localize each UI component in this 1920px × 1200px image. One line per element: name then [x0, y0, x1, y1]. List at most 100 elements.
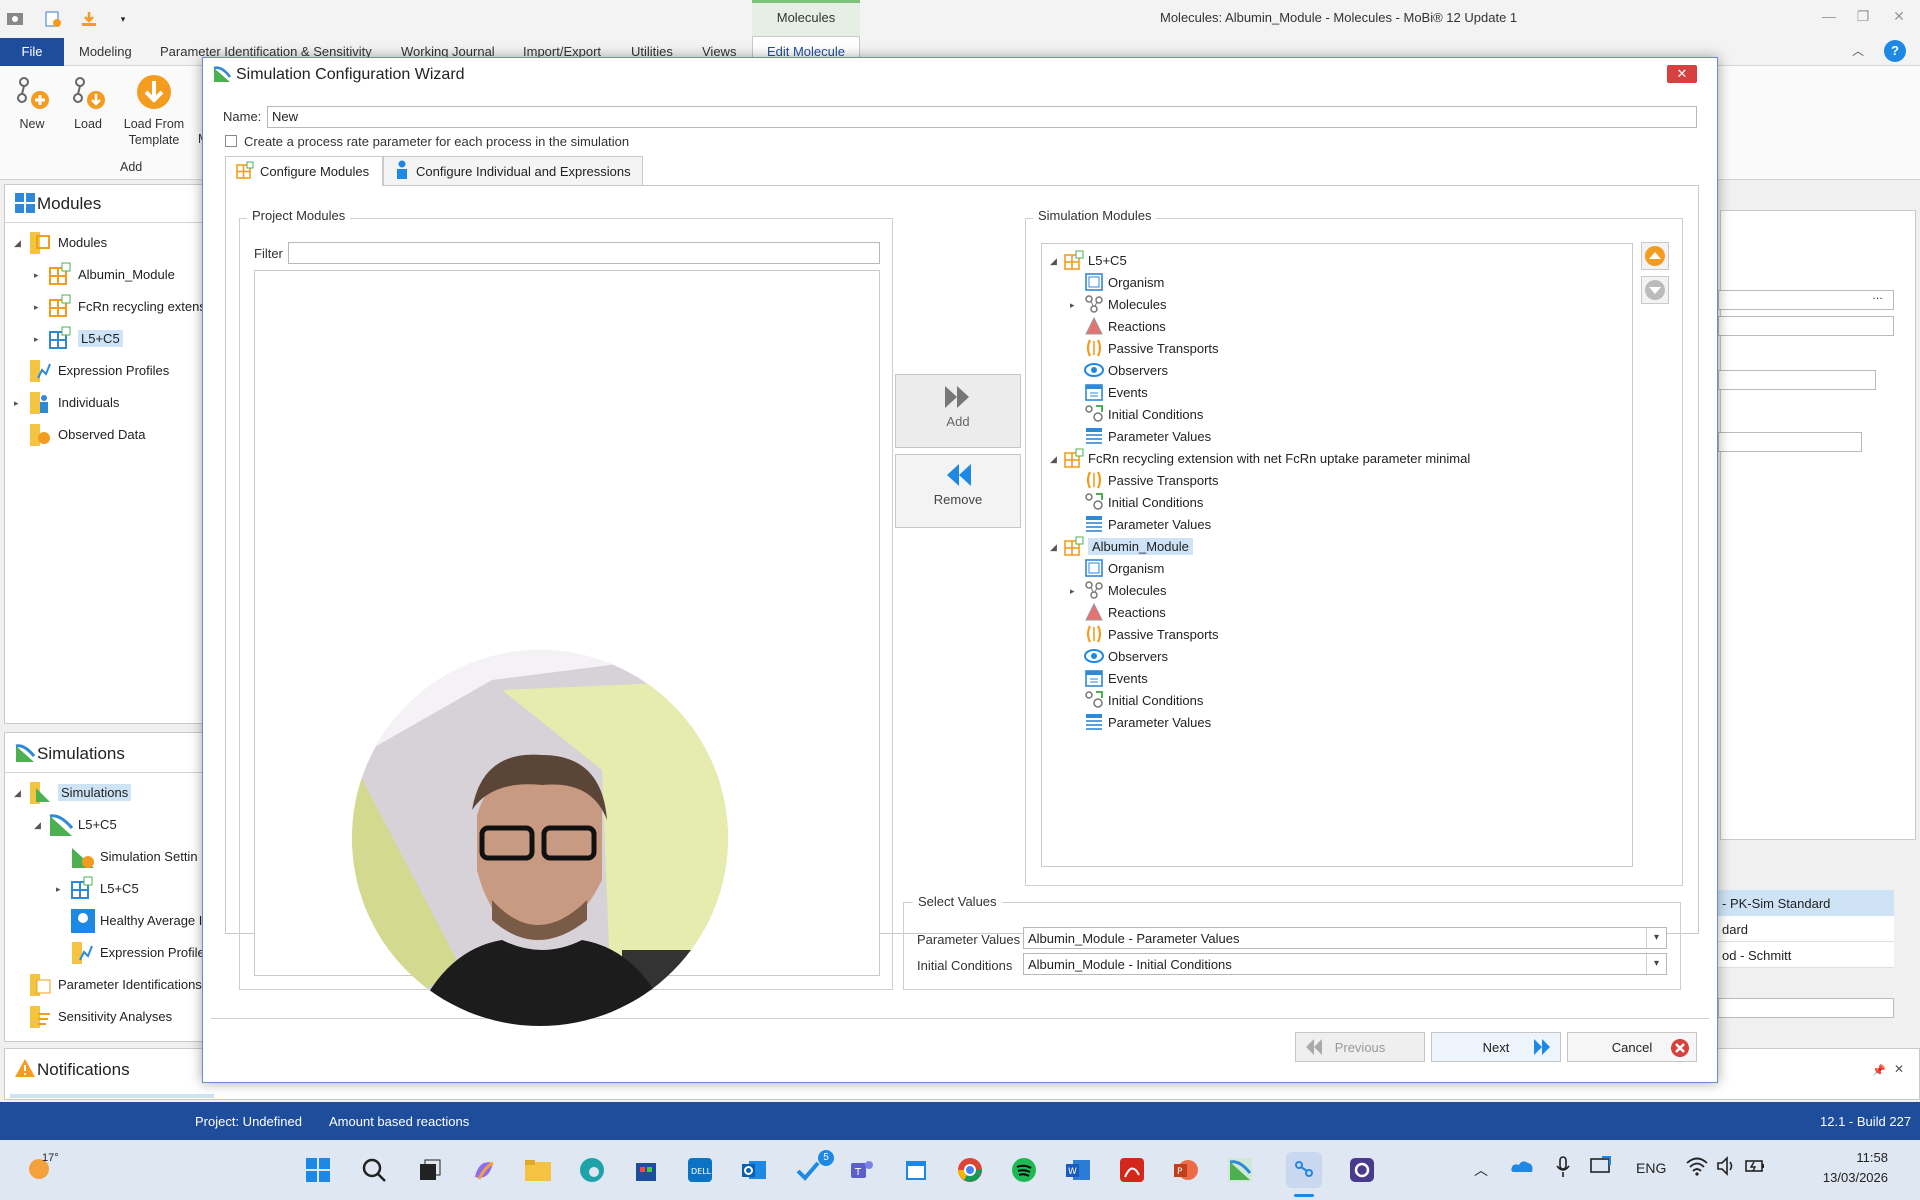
word-icon[interactable]: W [1060, 1152, 1096, 1188]
battery-icon[interactable] [1744, 1156, 1766, 1179]
tree-item-parameter-values[interactable]: Parameter Values [1084, 514, 1211, 534]
tree-item-albumin-module[interactable]: Albumin_Module [48, 262, 175, 286]
tree-item-organism[interactable]: Organism [1084, 272, 1164, 292]
chrome-icon[interactable] [952, 1152, 988, 1188]
restore-icon[interactable]: ❐ [1848, 8, 1878, 25]
expand-arrow-icon[interactable]: ▸ [1070, 586, 1075, 597]
tree-item-molecules[interactable]: Molecules [1084, 294, 1167, 314]
collapse-arrow-icon[interactable]: ◢ [1050, 256, 1057, 267]
calendar-icon[interactable] [898, 1152, 934, 1188]
tree-item-individuals[interactable]: Individuals [28, 390, 119, 414]
collapse-arrow-icon[interactable]: ◢ [14, 788, 21, 799]
dialog-close-button[interactable]: ✕ [1667, 65, 1697, 83]
next-button[interactable]: Next [1431, 1032, 1561, 1062]
tree-item-initial-conditions[interactable]: Initial Conditions [1084, 404, 1203, 424]
start-icon[interactable] [300, 1152, 336, 1188]
tree-item-expression-profiles[interactable]: Expression Profiles [28, 358, 169, 382]
clock-time[interactable]: 11:58 [1812, 1150, 1888, 1165]
tree-item-initial-conditions[interactable]: Initial Conditions [1084, 492, 1203, 512]
tab-modeling[interactable]: Modeling [79, 44, 132, 59]
modules-collapse-arrow[interactable]: ◢ [14, 238, 21, 249]
task-view-icon[interactable] [412, 1152, 448, 1188]
file-explorer-icon[interactable] [520, 1152, 556, 1188]
collapse-arrow-icon[interactable]: ◢ [1050, 542, 1057, 553]
tree-item-observed-data[interactable]: Observed Data [28, 422, 145, 446]
move-up-button[interactable] [1641, 242, 1669, 270]
process-rate-checkbox[interactable] [225, 135, 237, 147]
tree-item-modules[interactable]: Modules [28, 230, 107, 254]
tree-item-passive-transports[interactable]: Passive Transports [1084, 624, 1219, 644]
new-project-icon[interactable] [42, 8, 64, 30]
tree-item-reactions[interactable]: Reactions [1084, 602, 1166, 622]
clock-date[interactable]: 13/03/2026 [1788, 1170, 1888, 1185]
spotify-icon[interactable] [1006, 1152, 1042, 1188]
mobi-icon[interactable] [1286, 1152, 1322, 1188]
collapse-arrow-icon[interactable]: ◢ [34, 820, 41, 831]
tree-item-l5c5-module[interactable]: L5+C5 [48, 326, 123, 350]
tree-item-albumin-module[interactable]: Albumin_Module [1064, 536, 1193, 556]
tree-item-healthy-average[interactable]: Healthy Average I [70, 908, 202, 933]
expand-arrow-icon[interactable]: ▸ [14, 398, 19, 409]
previous-button[interactable]: Previous [1295, 1032, 1425, 1062]
volume-icon[interactable] [1716, 1156, 1738, 1179]
expand-arrow-icon[interactable]: ▸ [1070, 300, 1075, 311]
powerpoint-icon[interactable]: P [1168, 1152, 1204, 1188]
chevron-down-icon[interactable]: ▾ [1646, 928, 1666, 948]
expand-arrow-icon[interactable]: ▸ [34, 334, 39, 345]
dell-icon[interactable]: DELL [682, 1152, 718, 1188]
move-down-button[interactable] [1641, 276, 1669, 304]
close-icon[interactable]: ✕ [1884, 8, 1914, 25]
parameter-values-select[interactable]: Albumin_Module - Parameter Values ▾ [1023, 927, 1667, 949]
store-icon[interactable] [628, 1152, 664, 1188]
collapse-ribbon-icon[interactable]: ︿ [1852, 42, 1864, 59]
pin-icon[interactable]: 📌 [1872, 1064, 1886, 1077]
tree-item-passive-transports[interactable]: Passive Transports [1084, 338, 1219, 358]
tree-item-parameter-values[interactable]: Parameter Values [1084, 712, 1211, 732]
tree-item-reactions[interactable]: Reactions [1084, 316, 1166, 336]
add-button[interactable]: Add [895, 374, 1021, 448]
load-from-template-button[interactable]: Load From Template [118, 72, 190, 148]
show-hidden-icons[interactable]: ︿ [1474, 1160, 1488, 1180]
tree-item-fcrn-recycling-extension-with-net-fcrn-uptake-parameter-minimal[interactable]: FcRn recycling extension with net FcRn u… [1064, 448, 1470, 468]
language-indicator[interactable]: ENG [1636, 1160, 1666, 1176]
tree-item-simulation-settings[interactable]: Simulation Settin [70, 844, 198, 868]
download-icon[interactable] [78, 8, 100, 30]
tree-item-events[interactable]: Events [1084, 668, 1148, 688]
simulation-modules-tree[interactable]: ◢ L5+C5 Organism ▸ Molecules Reactions Passive… [1041, 243, 1633, 867]
remove-button[interactable]: Remove [895, 454, 1021, 528]
minimize-icon[interactable]: — [1814, 8, 1844, 24]
wifi-icon[interactable] [1686, 1156, 1708, 1179]
edge-icon[interactable] [574, 1152, 610, 1188]
app-q-icon[interactable] [1344, 1152, 1380, 1188]
outlook-icon[interactable] [736, 1152, 772, 1188]
tab-file[interactable]: File [0, 38, 64, 66]
filter-input[interactable] [288, 242, 880, 264]
teams-icon[interactable]: T [844, 1152, 880, 1188]
screen-share-icon[interactable] [1590, 1156, 1612, 1179]
microphone-icon[interactable] [1556, 1156, 1570, 1181]
expand-arrow-icon[interactable]: ▸ [56, 884, 61, 895]
expand-arrow-icon[interactable]: ▸ [34, 270, 39, 281]
load-button[interactable]: Load [66, 72, 110, 132]
tree-item-passive-transports[interactable]: Passive Transports [1084, 470, 1219, 490]
tab-configure-modules[interactable]: Configure Modules [225, 156, 383, 186]
tree-item-l5c5-config[interactable]: L5+C5 [70, 876, 139, 900]
pksim-icon[interactable] [1222, 1152, 1258, 1188]
help-icon[interactable]: ? [1884, 40, 1906, 62]
chevron-down-icon[interactable]: ▾ [1646, 954, 1666, 974]
tree-item-initial-conditions[interactable]: Initial Conditions [1084, 690, 1203, 710]
cancel-button[interactable]: Cancel [1567, 1032, 1697, 1062]
tree-item-events[interactable]: Events [1084, 382, 1148, 402]
name-input[interactable]: New [267, 106, 1697, 128]
tree-item-parameter-identifications[interactable]: Parameter Identifications [28, 972, 202, 996]
tree-item-fcrn-module[interactable]: FcRn recycling extens [48, 294, 206, 318]
customize-toolbar-icon[interactable]: ▾ [112, 8, 134, 30]
acrobat-icon[interactable] [1114, 1152, 1150, 1188]
search-icon[interactable] [356, 1152, 392, 1188]
tree-item-observers[interactable]: Observers [1084, 646, 1168, 666]
tree-item-l5-c5[interactable]: L5+C5 [1064, 250, 1127, 270]
tab-configure-individual[interactable]: Configure Individual and Expressions [383, 156, 643, 186]
tree-item-expression-profiles-sim[interactable]: Expression Profile [70, 940, 205, 964]
initial-conditions-select[interactable]: Albumin_Module - Initial Conditions ▾ [1023, 953, 1667, 975]
tree-item-sensitivity-analyses[interactable]: Sensitivity Analyses [28, 1004, 172, 1028]
